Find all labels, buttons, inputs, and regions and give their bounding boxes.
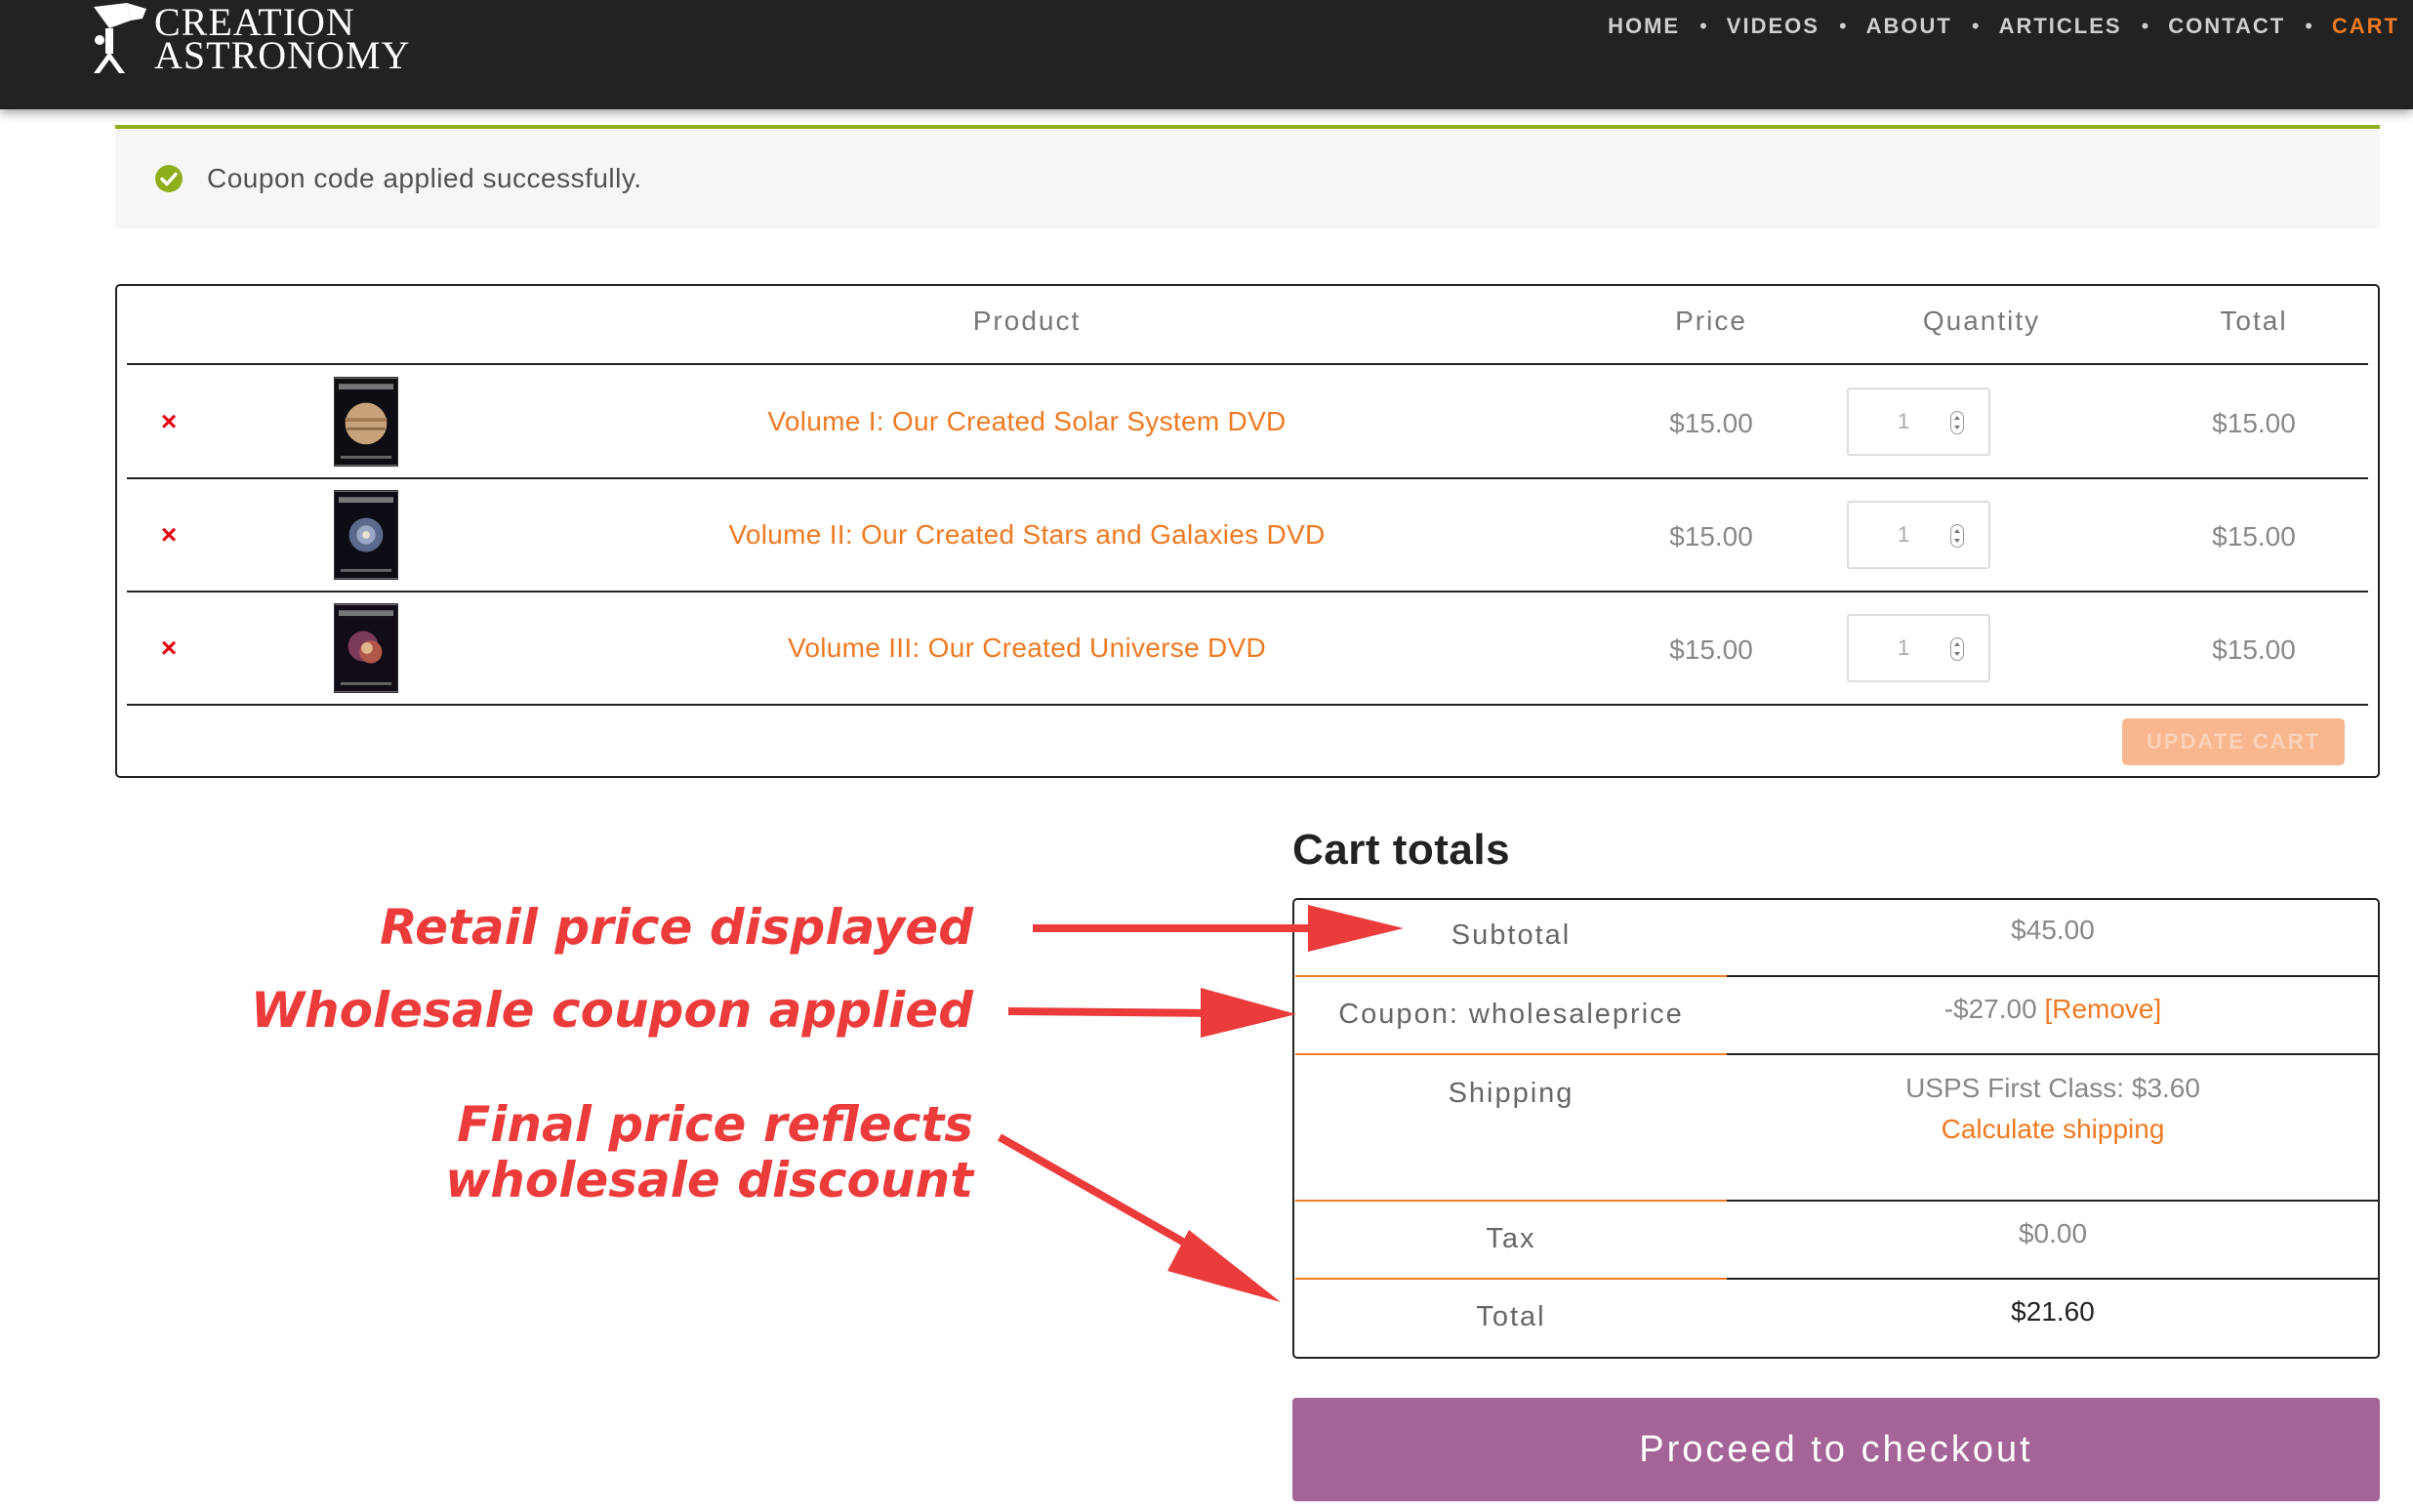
arrow-retail-icon: [1033, 905, 1404, 952]
arrow-final-icon: [998, 1133, 1281, 1302]
arrow-wholesale-icon: [1007, 988, 1296, 1038]
annotation-arrows: [998, 905, 1404, 1302]
